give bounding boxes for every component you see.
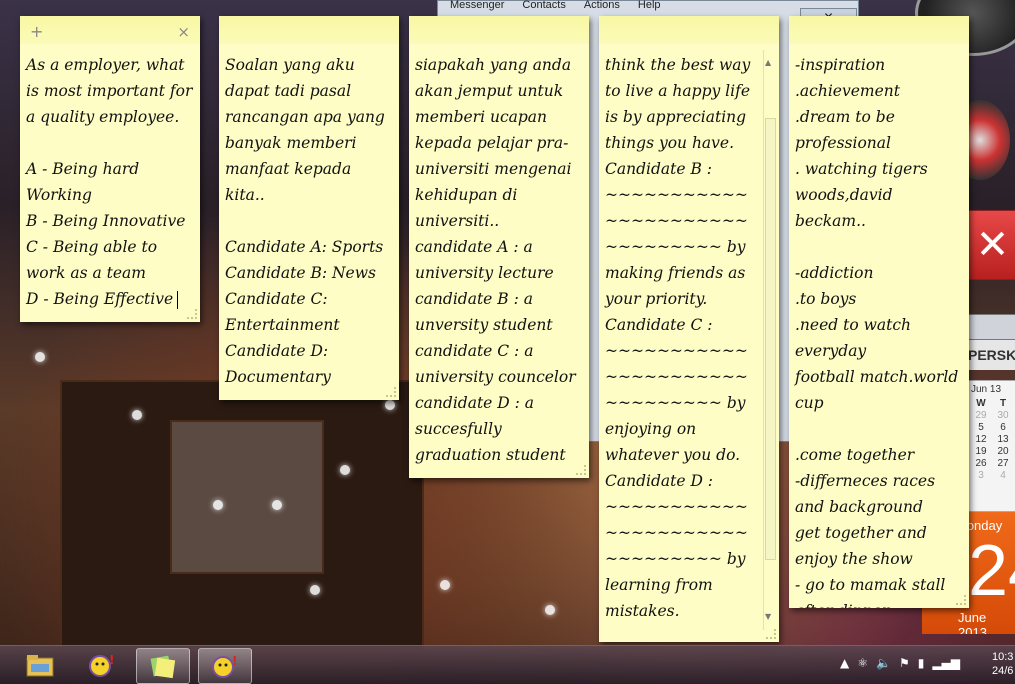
close-icon[interactable]: ✕ [968,210,1015,280]
snowflake [340,465,350,475]
windows-explorer-taskbar-button[interactable] [14,648,66,682]
volume-icon[interactable]: 🔈 [876,656,891,670]
sticky-note-1[interactable]: + × As a employer, what is most importan… [20,16,200,322]
calendar-day[interactable]: 19 [971,446,991,457]
snowflake [440,580,450,590]
snowflake [132,410,142,420]
taskbar-clock[interactable]: 10:3 24/6 [992,650,1013,678]
show-hidden-icons-icon[interactable]: ▲ [840,656,849,670]
sticky-note-titlebar[interactable]: + × [20,16,200,44]
calendar-gadget[interactable]: Jun 13 W T 29 30 5 6 12 13 19 20 26 27 3… [968,380,1015,512]
snowflake [213,500,223,510]
snowflake [545,605,555,615]
sticky-note-content[interactable]: As a employer, what is most important fo… [26,56,197,308]
calendar-day[interactable]: 29 [971,410,991,421]
sticky-note-2[interactable]: Soalan yang aku dapat tadi pasal rancang… [219,16,399,400]
taskbar: ! ! ▲ ⚛ 🔈 ⚑ ▮ ▂▄▆ 10:3 24/6 [0,645,1015,684]
svg-text:!: ! [232,654,237,668]
sticky-note-text[interactable]: Soalan yang aku dapat tadi pasal rancang… [219,44,399,390]
calendar-day[interactable]: 20 [993,446,1013,457]
sticky-notes-icon [150,655,176,679]
menu-actions[interactable]: Actions [584,0,620,12]
snowflake [385,400,395,410]
sticky-note-titlebar[interactable] [409,16,589,44]
calendar-day[interactable]: 27 [993,458,1013,469]
sticky-note-5[interactable]: -inspiration .achievement .dream to be p… [789,16,969,608]
calendar-day[interactable]: 13 [993,434,1013,445]
system-tray: ▲ ⚛ 🔈 ⚑ ▮ ▂▄▆ [840,656,960,670]
resize-grip-icon[interactable] [386,387,396,397]
resize-grip-icon[interactable] [956,595,966,605]
network-app-icon[interactable]: ⚛ [857,656,868,670]
taskbar-time: 10:3 [992,651,1014,663]
sticky-notes-taskbar-button[interactable] [136,648,190,684]
scrollbar-thumb[interactable] [765,118,776,560]
sticky-note-4[interactable]: think the best way to live a happy life … [599,16,779,642]
kaspersky-toolbar[interactable] [968,314,1015,340]
background-window-frame [170,420,324,574]
date-day-number: 24 [968,531,1015,611]
calendar-dow: W [976,398,986,409]
resize-grip-icon[interactable] [576,465,586,475]
sticky-note-text[interactable]: think the best way to live a happy life … [599,44,779,624]
yahoo-messenger-icon: ! [89,653,114,677]
taskbar-date: 24/6 [992,665,1014,677]
text-cursor [177,291,179,309]
calendar-day[interactable]: 3 [971,470,991,481]
calendar-day[interactable]: 5 [971,422,991,433]
signal-strength-icon[interactable]: ▂▄▆ [932,656,960,670]
calendar-day[interactable]: 6 [993,422,1013,433]
sticky-note-titlebar[interactable] [599,16,779,44]
menu-help[interactable]: Help [638,0,661,12]
sticky-note-text[interactable]: siapakah yang anda akan jemput untuk mem… [409,44,589,468]
background-window-menubar: Messenger Contacts Actions Help [438,0,750,12]
calendar-day[interactable]: 4 [993,470,1013,481]
calendar-month: Jun 13 [971,384,1002,395]
sticky-note-text[interactable]: -inspiration .achievement .dream to be p… [789,44,969,608]
sticky-note-titlebar[interactable] [789,16,969,44]
calendar-day[interactable]: 30 [993,410,1013,421]
action-center-flag-icon[interactable]: ⚑ [899,656,910,670]
calendar-dow: T [999,398,1007,409]
add-note-button[interactable]: + [30,19,43,45]
calendar-day[interactable]: 26 [971,458,991,469]
snowflake [35,352,45,362]
sticky-note-titlebar[interactable] [219,16,399,44]
folder-icon [26,655,54,677]
snowflake [272,500,282,510]
yahoo-messenger-taskbar-button[interactable]: ! [76,648,128,682]
scroll-up-icon[interactable]: ▲ [765,50,771,76]
resize-grip-icon[interactable] [187,309,197,319]
snowflake [310,585,320,595]
svg-text:!: ! [109,653,114,667]
sticky-note-text[interactable]: As a employer, what is most important fo… [20,44,200,312]
sticky-note-3[interactable]: siapakah yang anda akan jemput untuk mem… [409,16,589,478]
power-icon[interactable]: ▮ [918,656,925,670]
scroll-down-icon[interactable]: ▼ [765,604,771,630]
sticky-note-scrollbar[interactable]: ▲ ▼ [763,50,776,630]
calendar-day[interactable]: 12 [971,434,991,445]
menu-messenger[interactable]: Messenger [450,0,504,12]
resize-grip-icon[interactable] [766,629,776,639]
yahoo-messenger-icon: ! [212,654,237,678]
menu-contacts[interactable]: Contacts [522,0,565,12]
date-month-year: June 2013 [958,610,987,634]
kaspersky-gadget-label: PERSKY [968,340,1015,370]
delete-note-button[interactable]: × [177,19,190,45]
yahoo-messenger-window-taskbar-button[interactable]: ! [198,648,252,684]
